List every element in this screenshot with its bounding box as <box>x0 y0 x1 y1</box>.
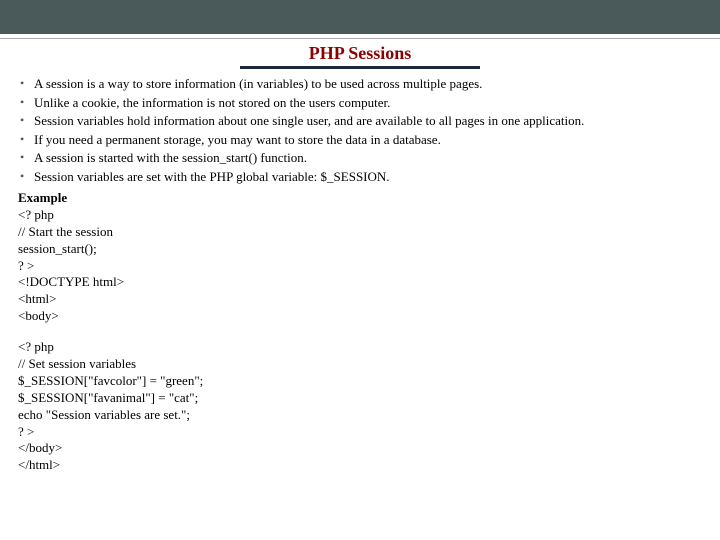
content: A session is a way to store information … <box>0 66 720 474</box>
list-item: If you need a permanent storage, you may… <box>18 131 702 149</box>
list-item: Session variables hold information about… <box>18 112 702 130</box>
list-item: Unlike a cookie, the information is not … <box>18 94 702 112</box>
header-bar <box>0 0 720 34</box>
page-title: PHP Sessions <box>309 43 412 66</box>
code-block-1: <? php // Start the session session_star… <box>18 207 702 325</box>
example-label: Example <box>18 189 702 207</box>
list-item: A session is started with the session_st… <box>18 149 702 167</box>
slide: PHP Sessions A session is a way to store… <box>0 0 720 540</box>
list-item: Session variables are set with the PHP g… <box>18 168 702 186</box>
divider <box>0 38 720 39</box>
title-underline <box>240 66 480 69</box>
title-wrap: PHP Sessions <box>0 43 720 66</box>
list-item: A session is a way to store information … <box>18 75 702 93</box>
code-block-2: <? php // Set session variables $_SESSIO… <box>18 339 702 474</box>
bullet-list: A session is a way to store information … <box>18 75 702 185</box>
